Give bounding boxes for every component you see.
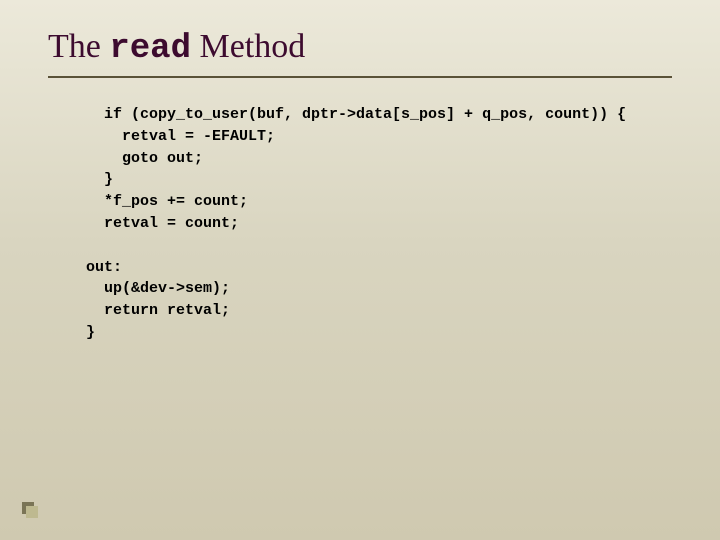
title-mono: read [109,30,191,68]
title-suffix: Method [191,28,305,65]
code-block-2: out: up(&dev->sem); return retval; } [86,257,672,344]
title-prefix: The [48,28,109,65]
title-underline [48,76,672,78]
footer-accent-icon [22,502,34,514]
slide: The read Method if (copy_to_user(buf, dp… [0,0,720,540]
slide-title: The read Method [48,28,672,68]
code-block-1: if (copy_to_user(buf, dptr->data[s_pos] … [86,104,672,235]
